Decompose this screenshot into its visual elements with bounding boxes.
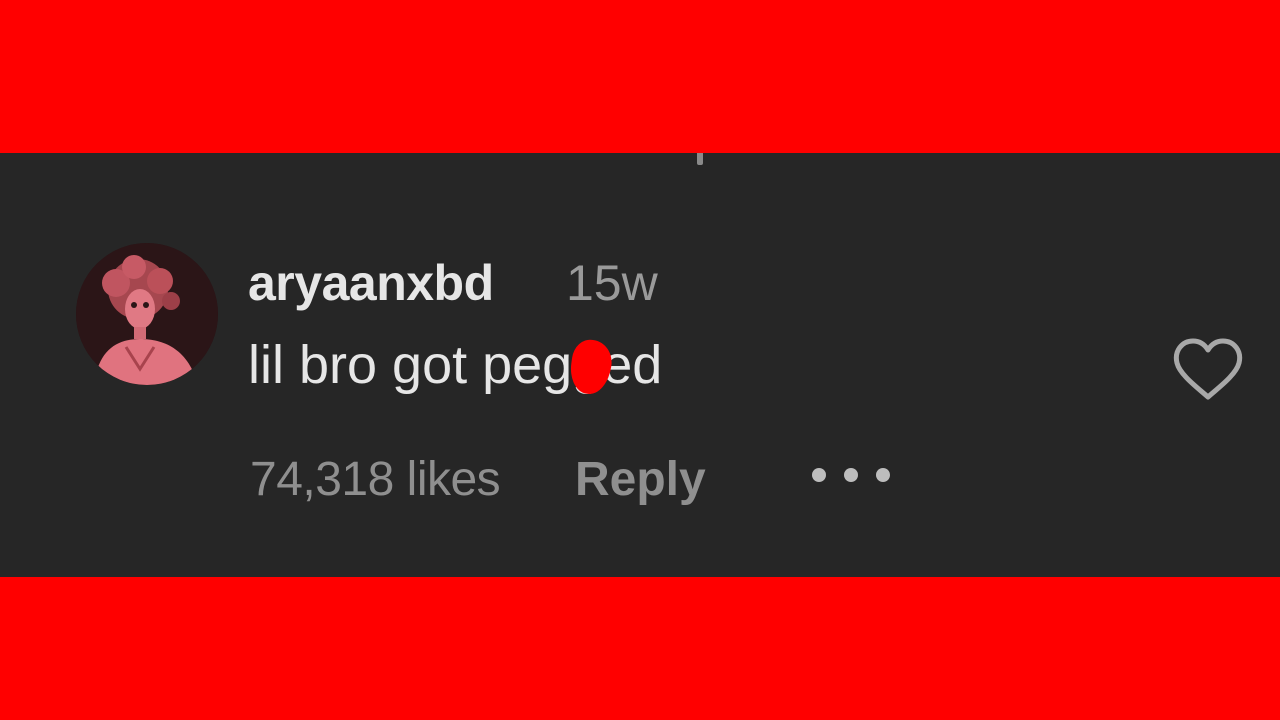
comment-timestamp: 15w [566, 255, 658, 311]
like-count[interactable]: 74,318 likes [250, 450, 501, 510]
more-options-button[interactable] [812, 461, 890, 489]
more-dots-icon [812, 468, 826, 482]
heart-outline-icon [1173, 338, 1243, 400]
thumbnail-frame: aryaanxbd 15w lil bro got pegged 74,318 … [0, 0, 1280, 720]
avatar[interactable] [76, 243, 218, 385]
avatar-image [76, 243, 218, 385]
like-button[interactable] [1170, 335, 1246, 403]
more-dots-icon [876, 468, 890, 482]
comment-panel: aryaanxbd 15w lil bro got pegged 74,318 … [0, 153, 1280, 577]
username[interactable]: aryaanxbd [248, 253, 494, 313]
divider-tick [697, 153, 703, 165]
top-red-banner [0, 0, 1280, 153]
bottom-red-banner [0, 577, 1280, 720]
more-dots-icon [844, 468, 858, 482]
reply-button[interactable]: Reply [575, 450, 706, 510]
